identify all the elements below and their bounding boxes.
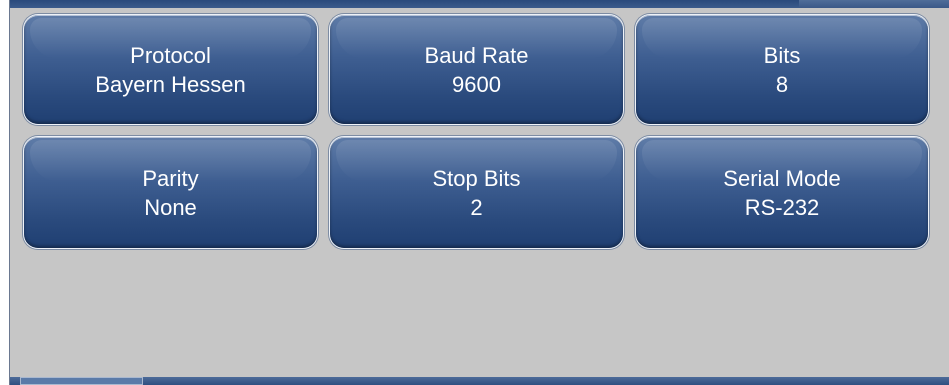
baud-rate-label: Baud Rate <box>424 42 529 68</box>
bits-value: 8 <box>775 71 789 97</box>
serial-settings-screen: Protocol Bayern Hessen Baud Rate 9600 Bi… <box>0 0 949 385</box>
serial-mode-value: RS-232 <box>744 194 820 220</box>
serial-mode-label: Serial Mode <box>723 165 841 191</box>
top-header-status-area <box>799 0 949 8</box>
bits-label: Bits <box>763 42 801 68</box>
left-frame-edge <box>0 0 10 385</box>
stop-bits-button[interactable]: Stop Bits 2 <box>330 137 623 248</box>
settings-button-grid: Protocol Bayern Hessen Baud Rate 9600 Bi… <box>24 15 928 248</box>
stop-bits-value: 2 <box>470 194 483 220</box>
parity-value: None <box>144 194 197 220</box>
bits-button[interactable]: Bits 8 <box>636 15 928 124</box>
bottom-navigation-bar <box>10 377 949 385</box>
protocol-label: Protocol <box>130 42 211 68</box>
baud-rate-value: 9600 <box>452 71 501 97</box>
parity-button[interactable]: Parity None <box>24 137 317 248</box>
parity-label: Parity <box>142 165 199 191</box>
bottom-navigation-tab[interactable] <box>20 377 143 385</box>
protocol-value: Bayern Hessen <box>95 71 246 97</box>
protocol-button[interactable]: Protocol Bayern Hessen <box>24 15 317 124</box>
serial-mode-button[interactable]: Serial Mode RS-232 <box>636 137 928 248</box>
stop-bits-label: Stop Bits <box>432 165 521 191</box>
top-header-strip <box>10 0 949 8</box>
baud-rate-button[interactable]: Baud Rate 9600 <box>330 15 623 124</box>
